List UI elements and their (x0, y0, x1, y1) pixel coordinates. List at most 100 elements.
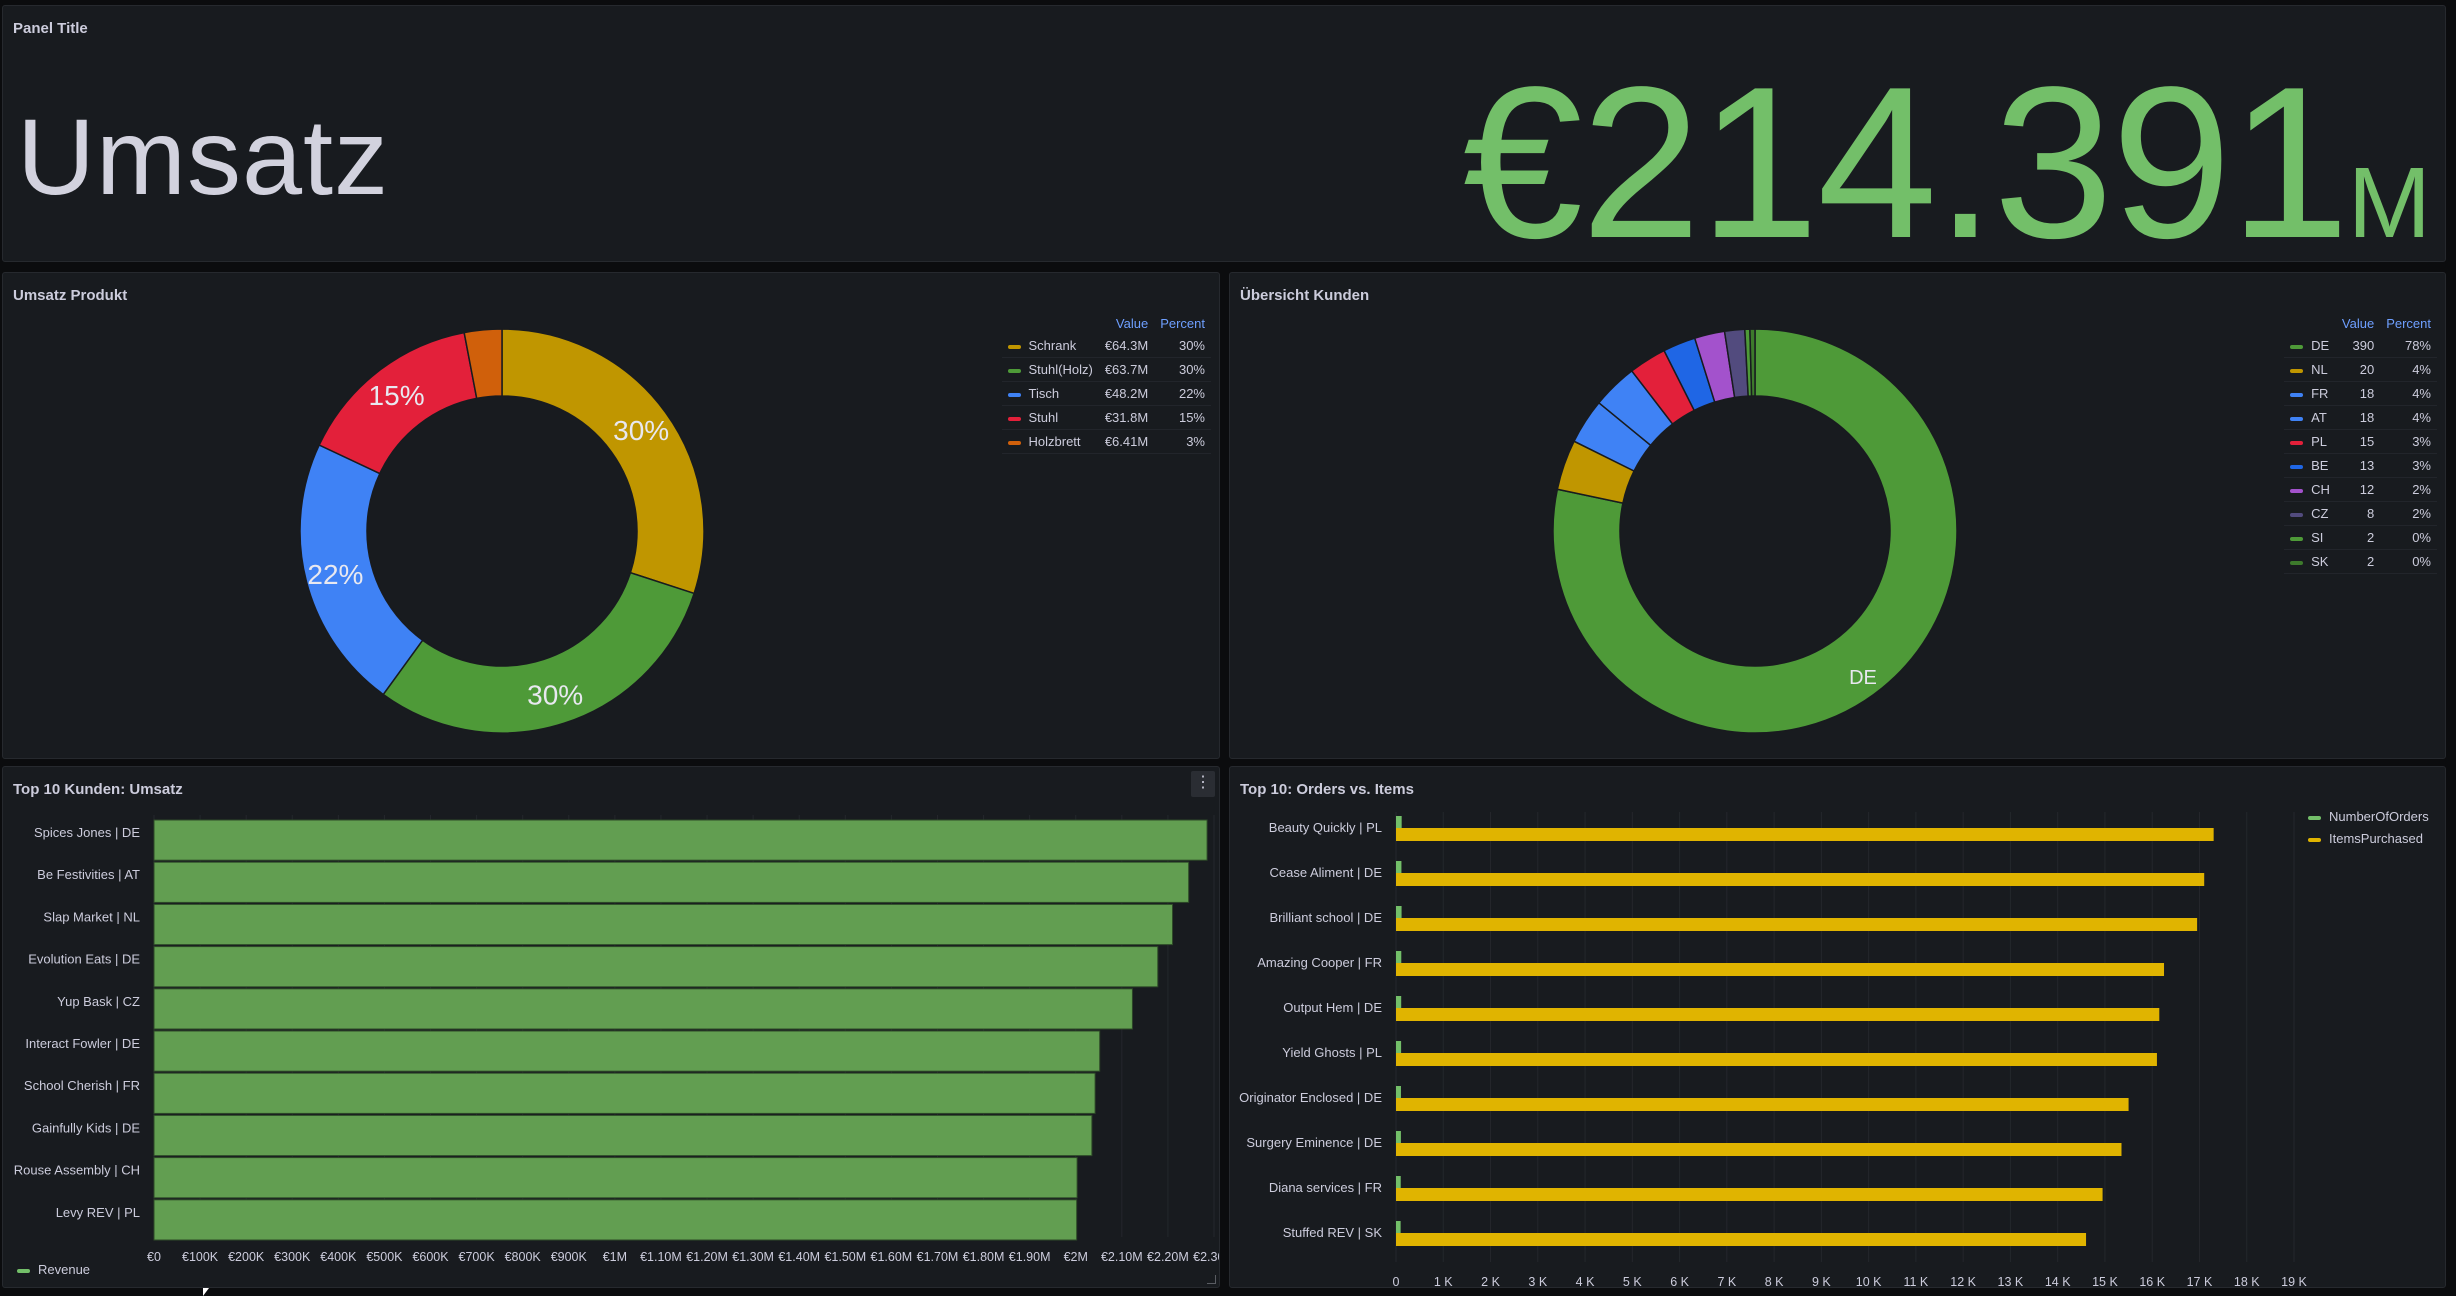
donut-slice-schrank[interactable] (501, 328, 705, 595)
bar-revenue[interactable] (153, 861, 1190, 903)
top10-orders-panel: Top 10: Orders vs. Items Beauty Quickly … (1229, 766, 2446, 1288)
x-tick-label: 9 K (1812, 1275, 1831, 1288)
legend-row[interactable]: Holzbrett €6.41M 3% (1001, 429, 1211, 454)
bar-revenue[interactable] (153, 819, 1208, 861)
x-tick-label: €2.30M (1193, 1250, 1220, 1264)
bar-numberoforders[interactable] (1396, 1131, 1401, 1145)
y-category-label: Yup Bask | CZ (57, 994, 140, 1009)
bar-itemspurchased[interactable] (1396, 918, 2198, 931)
legend-row[interactable]: Stuhl(Holz) €63.7M 30% (1001, 357, 1211, 382)
bar-numberoforders[interactable] (1396, 1176, 1401, 1190)
legend-percent: 2% (2380, 477, 2437, 502)
legend-percent: 30% (1154, 357, 1211, 382)
legend-label: CZ (2311, 506, 2329, 521)
x-tick-label: €1.50M (824, 1250, 866, 1264)
legend-value: €31.8M (1098, 405, 1155, 430)
bar-itemspurchased[interactable] (1396, 963, 2165, 976)
bar-numberoforders[interactable] (1396, 906, 1402, 920)
x-tick-label: 8 K (1765, 1275, 1784, 1288)
x-tick-label: €900K (551, 1250, 588, 1264)
legend-percent: 4% (2380, 405, 2437, 430)
bar-numberoforders[interactable] (1396, 951, 1402, 965)
bar-itemspurchased[interactable] (1396, 1188, 2103, 1201)
bar-revenue[interactable] (153, 946, 1159, 988)
legend-item-number-of-orders[interactable]: NumberOfOrders (2308, 809, 2429, 824)
legend-swatch (1007, 392, 1021, 397)
legend-label: AT (2311, 410, 2327, 425)
legend-row[interactable]: DE 390 78% (2284, 334, 2437, 358)
legend-row[interactable]: SK 2 0% (2284, 549, 2437, 574)
legend-header-percent[interactable]: Percent (2380, 313, 2437, 334)
legend-row[interactable]: BE 13 3% (2284, 453, 2437, 478)
slice-percent-label: 22% (307, 559, 363, 590)
legend-row[interactable]: SI 2 0% (2284, 525, 2437, 550)
y-category-label: Originator Enclosed | DE (1239, 1090, 1382, 1105)
legend-series-name: Tisch (1001, 381, 1099, 406)
x-tick-label: €500K (366, 1250, 403, 1264)
legend-swatch (2290, 368, 2304, 373)
legend-series-name: FR (2284, 381, 2336, 406)
legend-swatch (2290, 464, 2304, 469)
bar-revenue[interactable] (153, 1199, 1078, 1241)
bar-numberoforders[interactable] (1396, 816, 1402, 830)
bar-itemspurchased[interactable] (1396, 828, 2214, 841)
y-category-label: Surgery Eminence | DE (1246, 1135, 1382, 1150)
x-tick-label: 10 K (1856, 1275, 1882, 1288)
legend-row[interactable]: AT 18 4% (2284, 405, 2437, 430)
x-tick-label: 14 K (2045, 1275, 2071, 1288)
x-tick-label: €1.10M (640, 1250, 682, 1264)
bar-itemspurchased[interactable] (1396, 1008, 2160, 1021)
x-tick-label: 4 K (1576, 1275, 1595, 1288)
legend-row[interactable]: CZ 8 2% (2284, 501, 2437, 526)
legend-percent: 3% (2380, 453, 2437, 478)
bar-revenue[interactable] (153, 988, 1133, 1030)
donut-slice-sk[interactable] (1749, 328, 1756, 397)
revenue-legend[interactable]: Revenue (17, 1262, 90, 1277)
legend-label: Tisch (1028, 386, 1060, 401)
x-tick-label: 6 K (1670, 1275, 1689, 1288)
legend-value: 2 (2335, 525, 2381, 550)
legend-row[interactable]: FR 18 4% (2284, 381, 2437, 406)
legend-item-items-purchased[interactable]: ItemsPurchased (2308, 831, 2423, 846)
bar-numberoforders[interactable] (1396, 1221, 1401, 1235)
legend-header-percent[interactable]: Percent (1154, 313, 1211, 334)
legend-row[interactable]: Schrank €64.3M 30% (1001, 334, 1211, 358)
x-tick-label: €1.60M (871, 1250, 913, 1264)
bar-numberoforders[interactable] (1396, 1041, 1402, 1055)
y-category-label: Stuffed REV | SK (1283, 1225, 1383, 1240)
legend-row[interactable]: CH 12 2% (2284, 477, 2437, 502)
bar-itemspurchased[interactable] (1396, 1098, 2129, 1111)
x-tick-label: 15 K (2092, 1275, 2118, 1288)
legend-row[interactable]: PL 15 3% (2284, 429, 2437, 454)
bar-numberoforders[interactable] (1396, 1086, 1401, 1100)
legend-header-value[interactable]: Value (2336, 313, 2380, 334)
bar-itemspurchased[interactable] (1396, 1053, 2157, 1066)
bar-numberoforders[interactable] (1396, 861, 1402, 875)
bar-itemspurchased[interactable] (1396, 873, 2205, 886)
y-category-label: Evolution Eats | DE (28, 952, 140, 967)
bar-revenue[interactable] (153, 1157, 1078, 1199)
legend-header-value[interactable]: Value (1099, 313, 1154, 334)
x-tick-label: 3 K (1528, 1275, 1547, 1288)
bar-numberoforders[interactable] (1396, 996, 1402, 1010)
x-tick-label: €1.90M (1009, 1250, 1051, 1264)
legend-row[interactable]: Stuhl €31.8M 15% (1001, 405, 1211, 430)
stat-number: €214.391 (1462, 41, 2350, 262)
x-tick-label: 1 K (1434, 1275, 1453, 1288)
legend-swatch (2290, 536, 2304, 541)
legend-row[interactable]: Tisch €48.2M 22% (1001, 381, 1211, 406)
bar-revenue[interactable] (153, 1072, 1096, 1114)
x-tick-label: 7 K (1717, 1275, 1736, 1288)
x-tick-label: 19 K (2281, 1275, 2307, 1288)
bar-itemspurchased[interactable] (1396, 1143, 2122, 1156)
legend-percent: 22% (1154, 381, 1211, 406)
legend-series-name: Schrank (1001, 334, 1099, 358)
bar-revenue[interactable] (153, 903, 1174, 946)
x-tick-label: €100K (182, 1250, 219, 1264)
bar-itemspurchased[interactable] (1396, 1233, 2087, 1246)
resize-handle[interactable] (1207, 1275, 1216, 1284)
legend-row[interactable]: NL 20 4% (2284, 357, 2437, 382)
bar-revenue[interactable] (153, 1030, 1101, 1072)
legend-swatch (2290, 344, 2304, 349)
bar-revenue[interactable] (153, 1114, 1093, 1157)
